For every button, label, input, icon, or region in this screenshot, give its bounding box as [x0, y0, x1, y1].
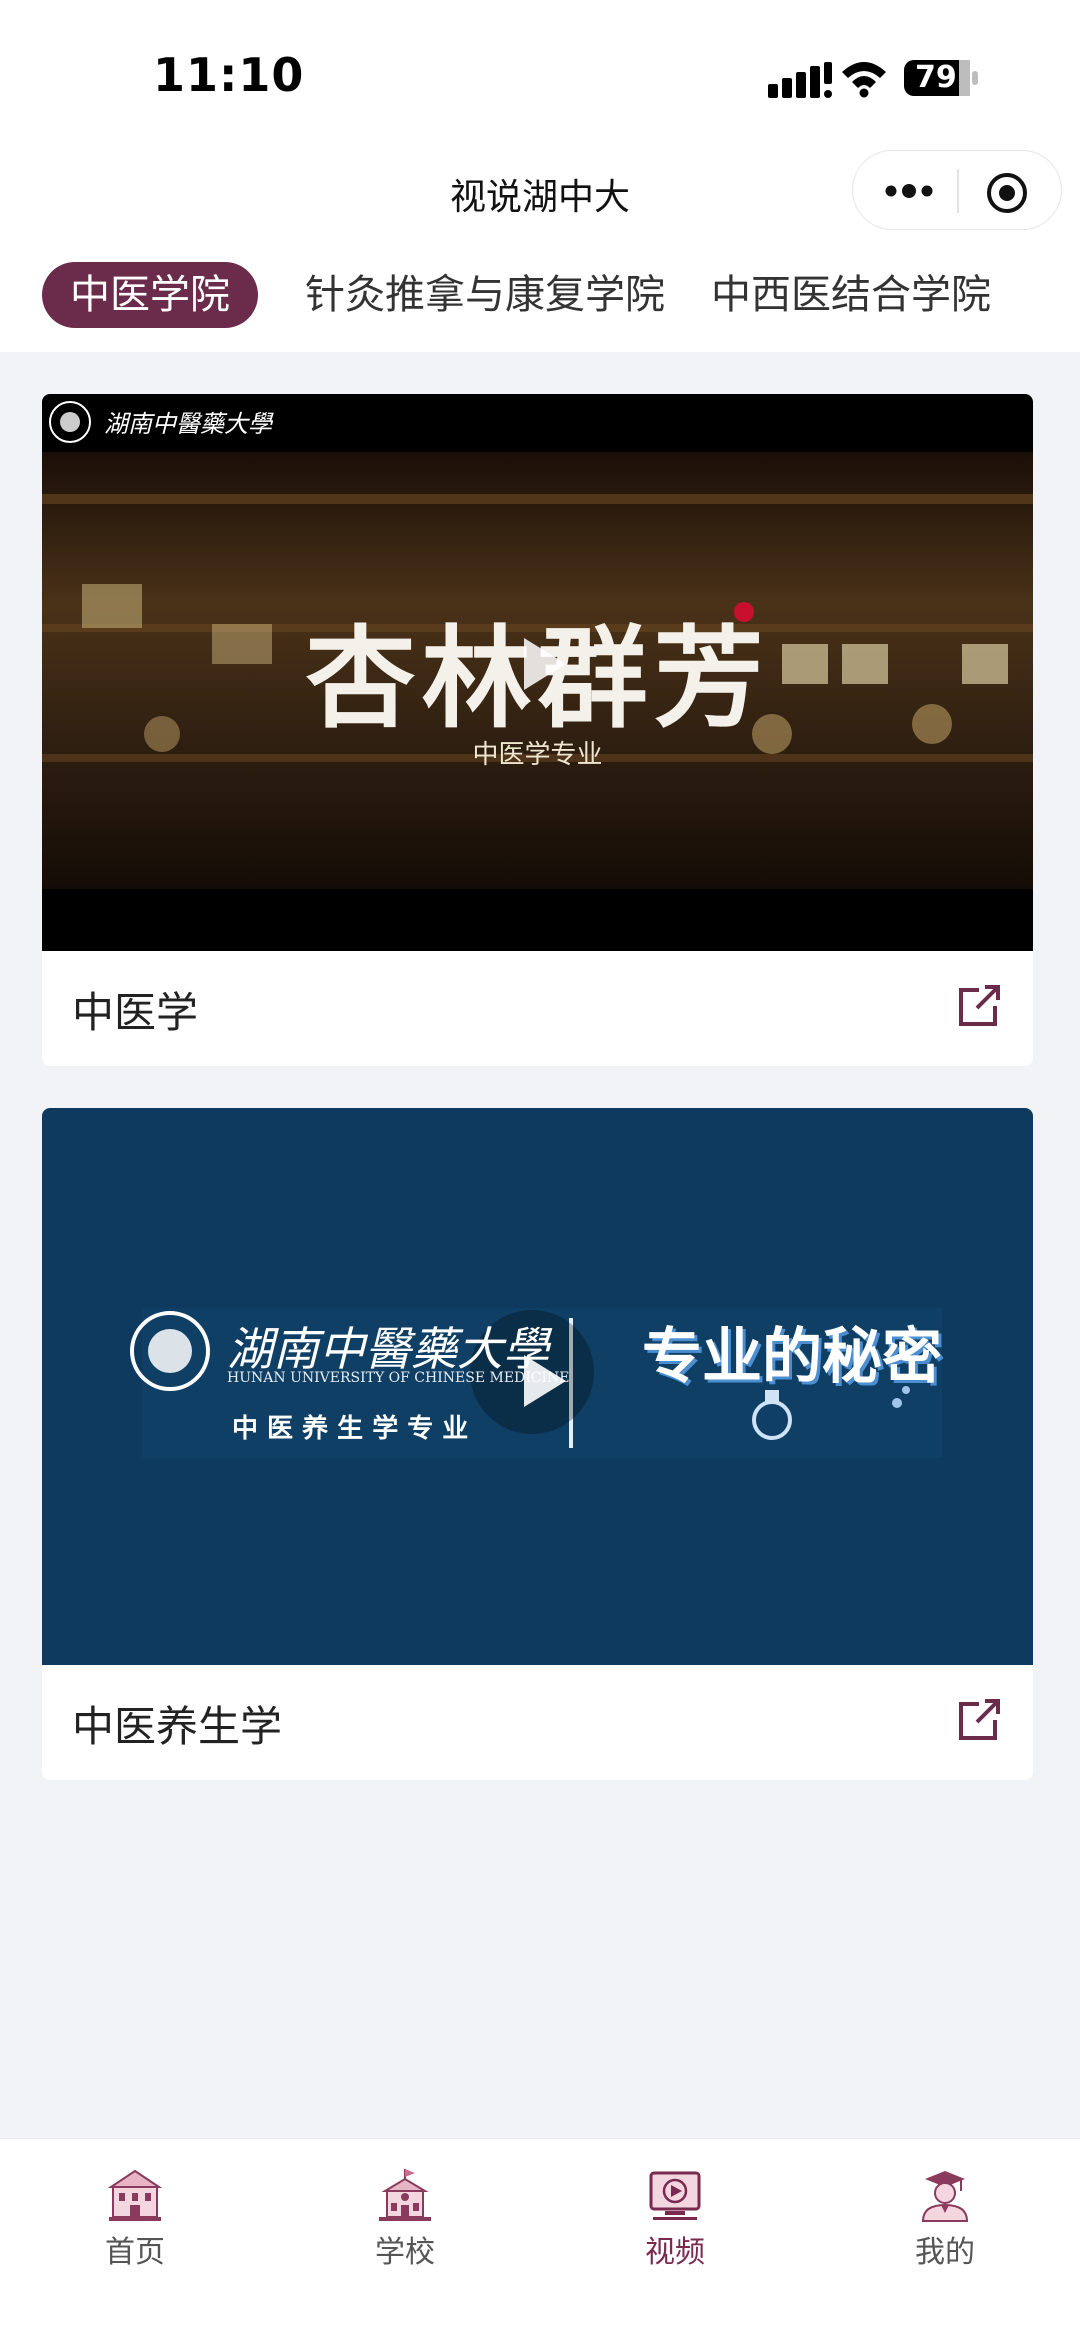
wifi-icon: [842, 62, 886, 98]
college-tabs: 中医学院 针灸推拿与康复学院 中西医结合学院: [0, 262, 1080, 338]
battery-indicator: 79: [903, 58, 981, 98]
graduate-profile-icon: [921, 2171, 969, 2222]
school-icon: [379, 2169, 431, 2221]
video-title: 中医学: [72, 988, 199, 1037]
video-card[interactable]: 湖南中醫藥大學 HUNAN UNIVERSITY OF CHINESE MEDI…: [42, 1108, 1033, 1780]
video-card[interactable]: 湖南中醫藥大學 杏林群芳 中医学专业 中医学: [42, 394, 1033, 1066]
battery-level: 79: [915, 60, 957, 95]
tabbar-item-video[interactable]: 视频: [595, 2165, 755, 2271]
home-building-icon: [107, 2169, 163, 2221]
thumbnail-subtitle: 中医学专业: [472, 740, 603, 770]
close-miniprogram-icon[interactable]: [985, 171, 1029, 215]
thumbnail-series-title: 专业的秘密: [642, 1322, 942, 1392]
thumbnail-major-text: 中 医 养 生 学 专 业: [232, 1414, 469, 1444]
bottom-tab-bar: 首页 学校 视频 我的: [0, 2138, 1080, 2348]
tabbar-item-school[interactable]: 学校: [325, 2165, 485, 2271]
share-icon[interactable]: [957, 1698, 1001, 1742]
status-bar: 11:10 79: [0, 0, 1080, 150]
tabbar-label: 学校: [375, 2235, 435, 2270]
play-icon[interactable]: [520, 1351, 570, 1411]
tab-tcm-college[interactable]: 中医学院: [42, 262, 258, 328]
tabbar-label: 我的: [915, 2235, 975, 2270]
header-area: 11:10 79 视说湖中大 中医学院 针灸推拿与康复学院 中西医结合学院: [0, 0, 1080, 352]
thumbnail-logo-text: 湖南中醫藥大學: [104, 410, 272, 438]
tab-integrated-medicine-college[interactable]: 中西医结合学院: [711, 262, 991, 328]
thumbnail-logo-english: HUNAN UNIVERSITY OF CHINESE MEDICINE: [227, 1370, 570, 1386]
capsule-divider: [957, 169, 959, 213]
tabbar-item-mine[interactable]: 我的: [865, 2165, 1025, 2271]
status-time: 11:10: [153, 48, 305, 102]
tabbar-label: 首页: [105, 2235, 165, 2270]
share-icon[interactable]: [957, 984, 1001, 1028]
tab-acupuncture-college[interactable]: 针灸推拿与康复学院: [305, 262, 665, 328]
play-icon[interactable]: [520, 634, 570, 694]
video-title: 中医养生学: [72, 1702, 283, 1751]
cellular-signal-icon: [768, 62, 832, 98]
tabs-overflow-fade: [1036, 262, 1080, 332]
video-icon: [649, 2171, 701, 2220]
tabbar-label: 视频: [645, 2235, 705, 2270]
more-options-icon[interactable]: [883, 177, 935, 205]
miniprogram-capsule: [852, 150, 1062, 230]
tabbar-item-home[interactable]: 首页: [55, 2165, 215, 2271]
